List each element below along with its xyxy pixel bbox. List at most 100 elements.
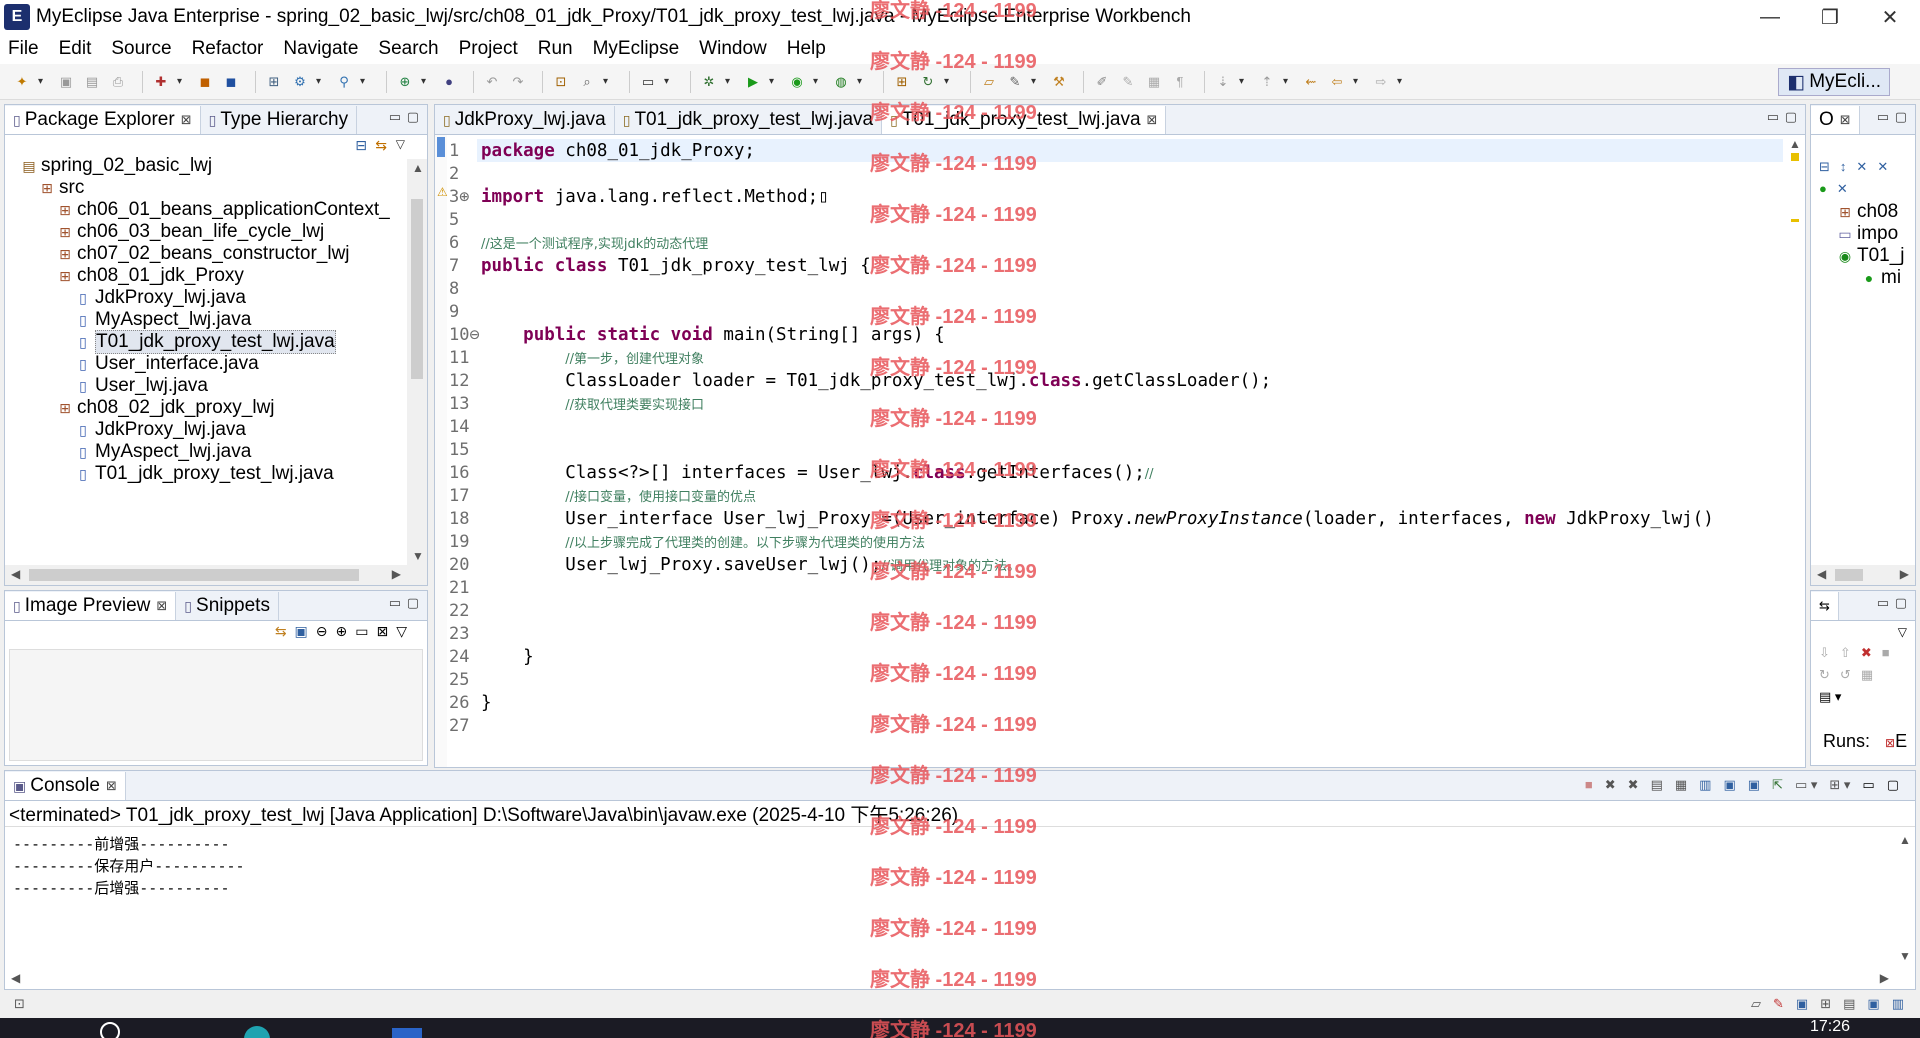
tree-item[interactable]: ⊞ ch08_01_jdk_Proxy (57, 265, 244, 287)
redo-icon[interactable]: ↷ (508, 72, 528, 92)
scroll-lock-icon[interactable]: ▦ (1675, 777, 1687, 793)
web-icon[interactable]: ⚙ (290, 72, 310, 92)
rerun-icon[interactable]: ↻ (1819, 667, 1830, 683)
tab-outline[interactable]: O ⊠ (1811, 106, 1860, 134)
tab-type-hierarchy[interactable]: ▯ Type Hierarchy (201, 106, 358, 134)
menu-navigate[interactable]: Navigate (283, 38, 358, 60)
trim-icon[interactable]: ▤ (1843, 996, 1855, 1012)
tree-item[interactable]: ▯ T01_jdk_proxy_test_lwj.java (75, 330, 336, 354)
outline-item[interactable]: ⊞ ch08 (1837, 201, 1898, 223)
next-annotation-dropdown[interactable]: ▾ (1239, 72, 1247, 92)
tree-item[interactable]: ▯ T01_jdk_proxy_test_lwj.java (75, 463, 334, 485)
word-wrap-icon[interactable]: ▥ (1699, 777, 1711, 793)
hide-local-icon[interactable]: ✕ (1837, 181, 1848, 197)
collapse-all-icon[interactable]: ⊟ (355, 137, 367, 154)
save-icon[interactable]: ▣ (56, 72, 76, 92)
tree-item[interactable]: ▯ User_interface.java (75, 353, 259, 375)
menu-window[interactable]: Window (699, 38, 767, 60)
perspective-button[interactable]: ◧ MyEcli... (1778, 68, 1890, 96)
eclipse-taskbar-icon[interactable] (392, 1028, 422, 1038)
maximize-button[interactable]: ❐ (1800, 0, 1860, 34)
editor-tab[interactable]: ▯ T01_jdk_proxy_test_lwj.java ⊠ (882, 106, 1167, 134)
minimize-icon[interactable]: ▭ (389, 595, 401, 611)
search-icon[interactable]: ⌕ (577, 72, 597, 92)
prev-annotation-dropdown[interactable]: ▾ (1283, 72, 1291, 92)
tab-snippets[interactable]: ▯ Snippets (176, 592, 279, 620)
maximize-icon[interactable]: ▢ (1785, 109, 1797, 125)
show-failures-icon[interactable]: ✖ (1861, 645, 1872, 661)
tree-item[interactable]: ⊞ ch06_01_beans_applicationContext_ (57, 199, 390, 221)
last-edit-icon[interactable]: ⇜ (1301, 72, 1321, 92)
tree-item[interactable]: ⊞ src (39, 177, 84, 199)
tab-package-explorer[interactable]: ▯ Package Explorer ⊠ (5, 106, 201, 134)
next-failure-icon[interactable]: ⇩ (1819, 645, 1830, 661)
scroll-up-icon[interactable]: ▲ (1899, 833, 1911, 847)
scroll-down-icon[interactable]: ▼ (1899, 949, 1911, 963)
back-icon[interactable]: ⇦ (1327, 72, 1347, 92)
console-vscroll[interactable]: ▲ ▼ (1895, 827, 1915, 969)
close-icon[interactable]: ⊠ (1147, 112, 1158, 128)
tree-item[interactable]: ▯ JdkProxy_lwj.java (75, 419, 246, 441)
tree-item[interactable]: ▯ MyAspect_lwj.java (75, 441, 251, 463)
terminal-icon[interactable]: ▭ (638, 72, 658, 92)
menu-file[interactable]: File (8, 38, 39, 60)
new-dropdown[interactable]: ▾ (38, 72, 46, 92)
close-button[interactable]: ✕ (1860, 0, 1920, 34)
editor-vscroll[interactable]: ▲ (1785, 135, 1805, 767)
web-dropdown[interactable]: ▾ (316, 72, 324, 92)
maximize-icon[interactable]: ▢ (1895, 109, 1907, 125)
display-console-icon[interactable]: ▭ ▾ (1795, 777, 1817, 793)
tree-item[interactable]: ▯ User_lwj.java (75, 375, 208, 397)
terminal-dropdown[interactable]: ▾ (664, 72, 672, 92)
edit-icon[interactable]: ✎ (1005, 72, 1025, 92)
trim-icon[interactable]: ▱ (1751, 996, 1761, 1012)
para-icon[interactable]: ¶ (1170, 72, 1190, 92)
forward-icon[interactable]: ⇨ (1371, 72, 1391, 92)
show-stdout-icon[interactable]: ▣ (1723, 777, 1735, 793)
editor-tab[interactable]: ▯ T01_jdk_proxy_test_lwj.java (615, 106, 883, 134)
tab-image-preview[interactable]: ▯ Image Preview ⊠ (5, 592, 177, 620)
scroll-up-icon[interactable]: ▲ (412, 161, 424, 175)
menu-run[interactable]: Run (538, 38, 573, 60)
remove-all-icon[interactable]: ✖ (1628, 777, 1639, 793)
new-project-dropdown[interactable]: ▾ (177, 72, 185, 92)
browser-icon[interactable]: ⚲ (334, 72, 354, 92)
minimize-icon[interactable]: ▭ (389, 109, 401, 125)
code-editor[interactable]: ⚠ 1 package ch08_01_jdk_Proxy; 2 3⊕ import j… (435, 135, 1805, 767)
refresh-dropdown[interactable]: ▾ (944, 72, 952, 92)
stop-icon[interactable]: ■ (1882, 645, 1890, 661)
new-class-dropdown[interactable]: ▾ (421, 72, 429, 92)
trim-icon[interactable]: ▣ (1796, 996, 1808, 1012)
open-type-icon[interactable]: ⊡ (551, 72, 571, 92)
maximize-icon[interactable]: ▢ (1887, 777, 1899, 793)
menu-project[interactable]: Project (459, 38, 518, 60)
menu-search[interactable]: Search (378, 38, 438, 60)
tree-vscroll-thumb[interactable] (411, 199, 423, 379)
fast-view-icon[interactable]: ⊡ (14, 996, 25, 1012)
scroll-right-icon[interactable]: ▶ (392, 567, 401, 581)
annotation-icon[interactable]: ✐ (1092, 72, 1112, 92)
browser-dropdown[interactable]: ▾ (360, 72, 368, 92)
outline-item[interactable]: ◉ T01_j (1837, 245, 1905, 267)
rerun-failed-icon[interactable]: ↺ (1840, 667, 1851, 683)
trim-icon[interactable]: ✎ (1773, 996, 1784, 1012)
remove-launch-icon[interactable]: ✖ (1605, 777, 1616, 793)
tree-item[interactable]: ▤ spring_02_basic_lwj (21, 155, 212, 177)
tools-icon[interactable]: ⚒ (1049, 72, 1069, 92)
run-icon[interactable]: ▶ (743, 72, 763, 92)
link-editor-icon[interactable]: ⇆ (375, 137, 387, 154)
tree-item[interactable]: ▯ MyAspect_lwj.java (75, 309, 251, 331)
run-dropdown[interactable]: ▾ (769, 72, 777, 92)
hide-nonpublic-icon[interactable]: ● (1819, 181, 1827, 197)
scroll-left-icon[interactable]: ◀ (11, 971, 20, 985)
maximize-icon[interactable]: ▢ (1895, 595, 1907, 611)
save-all-icon[interactable]: ▤ (82, 72, 102, 92)
outline-hscroll-thumb[interactable] (1835, 569, 1863, 581)
view-menu-icon[interactable]: ▽ (1898, 625, 1907, 639)
hide-fields-icon[interactable]: ✕ (1856, 159, 1867, 175)
menu-help[interactable]: Help (787, 38, 826, 60)
new-icon[interactable]: ✦ (12, 72, 32, 92)
globe-icon[interactable]: ● (439, 72, 459, 92)
coverage-dropdown[interactable]: ▾ (857, 72, 865, 92)
maximize-icon[interactable]: ▢ (407, 595, 419, 611)
